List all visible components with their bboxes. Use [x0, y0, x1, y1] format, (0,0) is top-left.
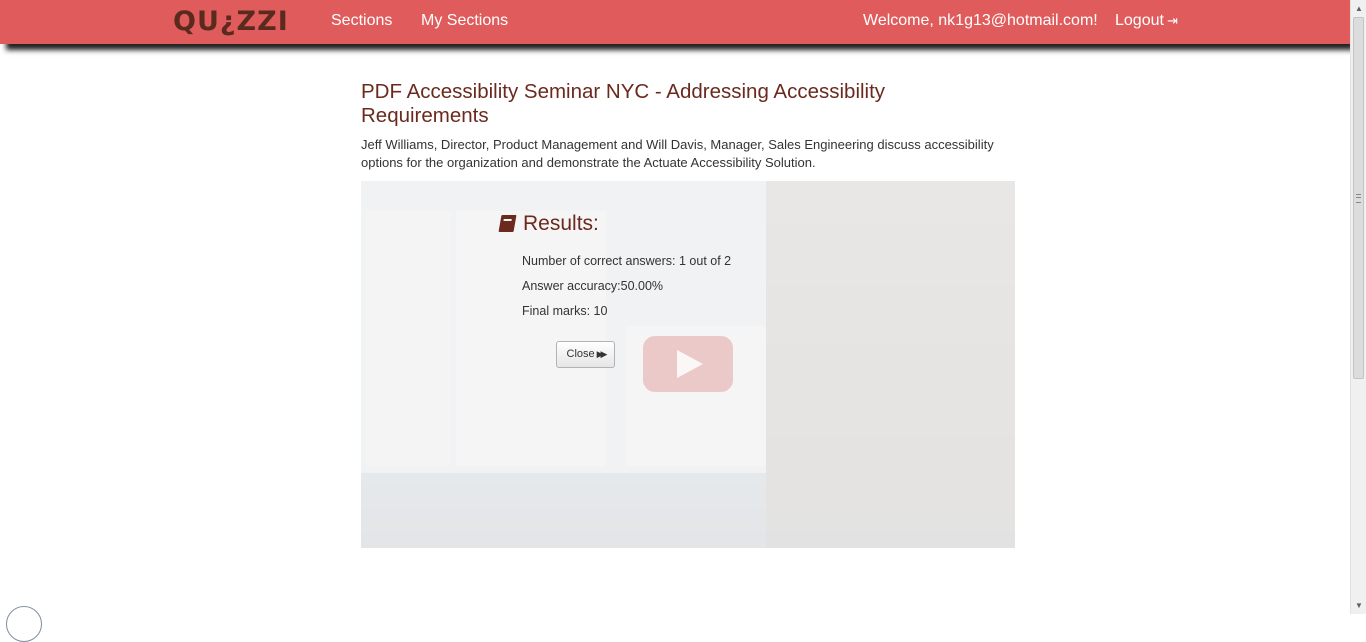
correct-answers-text: Number of correct answers: 1 out of 2 — [522, 254, 732, 268]
book-icon — [498, 215, 517, 232]
play-icon — [677, 350, 703, 378]
close-button-label: Close — [566, 348, 595, 360]
welcome-user-text: Welcome, nk1g13@hotmail.com! — [863, 12, 1098, 29]
quizzi-logo[interactable]: QU¿ZZI — [173, 3, 289, 39]
video-player[interactable]: Results: Number of correct answers: 1 ou… — [361, 181, 1015, 548]
vertical-scrollbar[interactable]: ▲ ▼ — [1350, 0, 1366, 614]
grip-icon — [1356, 194, 1361, 203]
results-heading: Results: — [498, 212, 599, 236]
close-button[interactable]: Close ▶▶ — [556, 341, 615, 368]
nav-my-sections-link[interactable]: My Sections — [421, 12, 508, 30]
nav-sections-link[interactable]: Sections — [331, 12, 392, 30]
top-navbar: QU¿ZZI Sections My Sections Welcome, nk1… — [0, 0, 1350, 44]
play-button[interactable] — [643, 336, 733, 392]
logout-link[interactable]: Logout ⇥ — [1115, 12, 1178, 30]
scroll-up-arrow-icon[interactable]: ▲ — [1351, 0, 1366, 17]
scroll-down-arrow-icon[interactable]: ▼ — [1351, 597, 1366, 614]
answer-accuracy-text: Answer accuracy:50.00% — [522, 279, 664, 293]
page-title: PDF Accessibility Seminar NYC - Addressi… — [361, 80, 886, 127]
sign-out-icon: ⇥ — [1166, 13, 1178, 28]
final-marks-text: Final marks: 10 — [522, 304, 608, 318]
fast-forward-icon: ▶▶ — [596, 349, 608, 359]
logout-label: Logout — [1115, 12, 1164, 29]
page-description: Jeff Williams, Director, Product Managem… — [361, 137, 994, 170]
logo-text: QU¿ZZI — [173, 6, 289, 37]
corner-widget[interactable] — [6, 606, 42, 642]
scrollbar-thumb[interactable] — [1353, 17, 1364, 379]
results-heading-label: Results: — [523, 212, 599, 235]
